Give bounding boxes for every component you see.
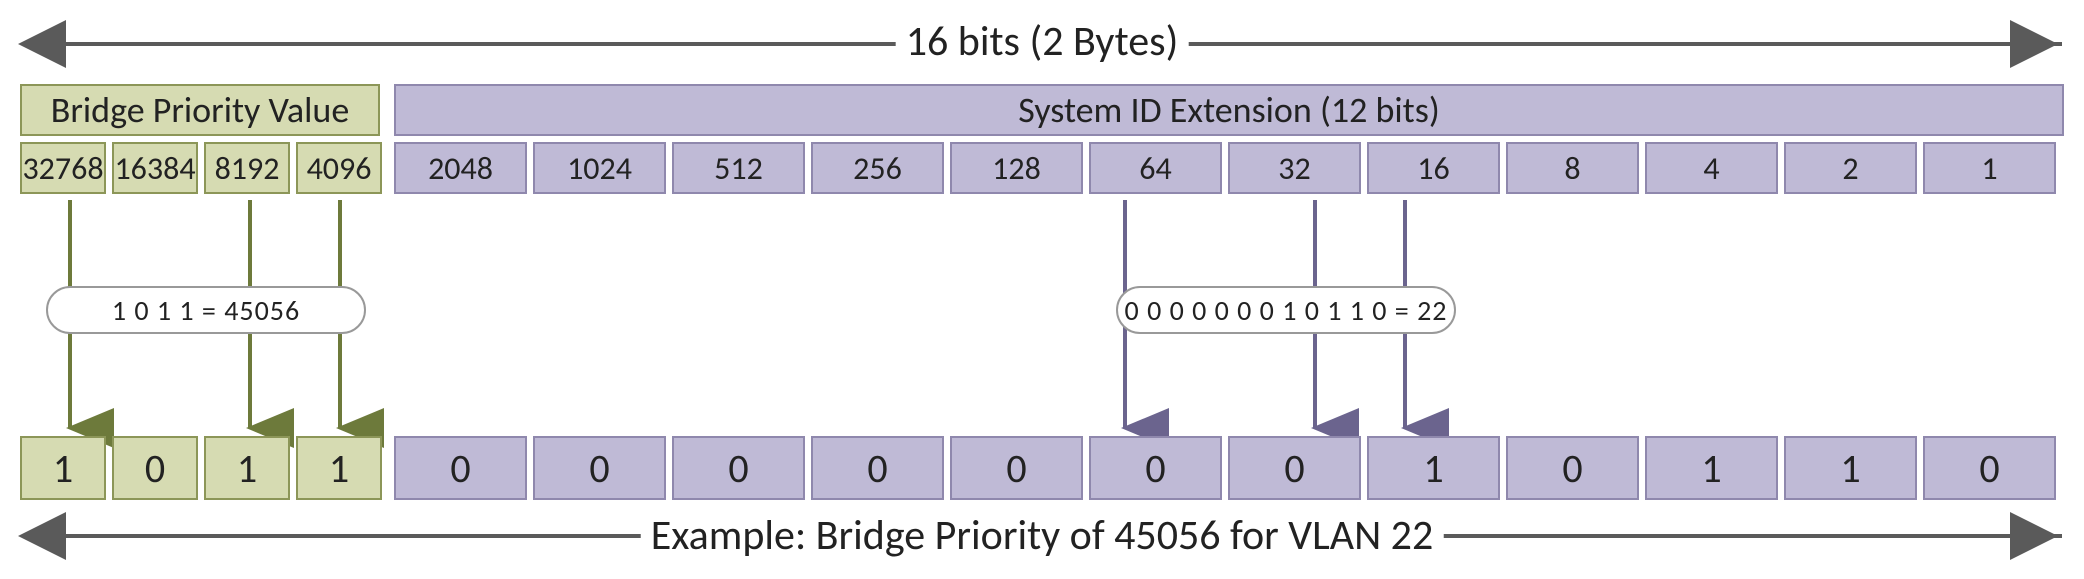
sysid-val-7: 16 bbox=[1367, 142, 1500, 194]
priority-val-1: 16384 bbox=[112, 142, 198, 194]
sysid-val-4: 128 bbox=[950, 142, 1083, 194]
priority-bit-2: 1 bbox=[204, 436, 290, 500]
priority-bit-3: 1 bbox=[296, 436, 382, 500]
top-caption: 16 bits (2 Bytes) bbox=[896, 16, 1189, 67]
sysid-bit-7: 1 bbox=[1367, 436, 1500, 500]
sysid-val-1: 1024 bbox=[533, 142, 666, 194]
sysid-val-11: 1 bbox=[1923, 142, 2056, 194]
sysid-bit-1: 0 bbox=[533, 436, 666, 500]
sysid-bit-2: 0 bbox=[672, 436, 805, 500]
sysid-val-5: 64 bbox=[1089, 142, 1222, 194]
priority-bubble: 1 0 1 1 = 45056 bbox=[46, 286, 366, 334]
priority-header: Bridge Priority Value bbox=[20, 84, 380, 136]
sysid-val-8: 8 bbox=[1506, 142, 1639, 194]
sysid-val-10: 2 bbox=[1784, 142, 1917, 194]
bottom-caption: Example: Bridge Priority of 45056 for VL… bbox=[641, 510, 1444, 561]
sysid-bit-3: 0 bbox=[811, 436, 944, 500]
sysid-bit-5: 0 bbox=[1089, 436, 1222, 500]
sysid-val-3: 256 bbox=[811, 142, 944, 194]
sysid-bit-6: 0 bbox=[1228, 436, 1361, 500]
sysid-val-2: 512 bbox=[672, 142, 805, 194]
sysid-bit-8: 0 bbox=[1506, 436, 1639, 500]
priority-bit-0: 1 bbox=[20, 436, 106, 500]
priority-val-3: 4096 bbox=[296, 142, 382, 194]
priority-bit-1: 0 bbox=[112, 436, 198, 500]
sysid-bit-11: 0 bbox=[1923, 436, 2056, 500]
priority-val-0: 32768 bbox=[20, 142, 106, 194]
sysid-val-0: 2048 bbox=[394, 142, 527, 194]
sysid-val-6: 32 bbox=[1228, 142, 1361, 194]
sysid-bit-4: 0 bbox=[950, 436, 1083, 500]
sysid-bit-9: 1 bbox=[1645, 436, 1778, 500]
sysid-val-9: 4 bbox=[1645, 142, 1778, 194]
sysid-header: System ID Extension (12 bits) bbox=[394, 84, 2064, 136]
diagram-stage: 16 bits (2 Bytes) Bridge Priority Value … bbox=[10, 10, 2074, 569]
sysid-bit-0: 0 bbox=[394, 436, 527, 500]
sysid-bubble: 0 0 0 0 0 0 0 1 0 1 1 0 = 22 bbox=[1116, 286, 1456, 334]
priority-val-2: 8192 bbox=[204, 142, 290, 194]
sysid-bit-10: 1 bbox=[1784, 436, 1917, 500]
